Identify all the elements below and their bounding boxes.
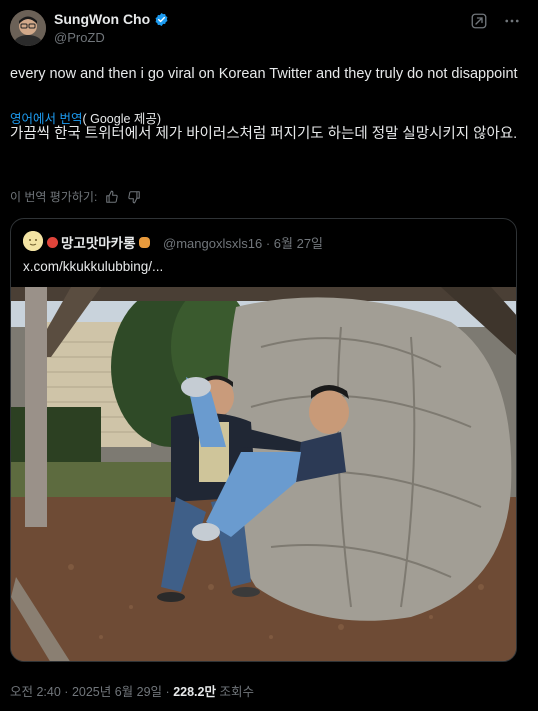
author-handle[interactable]: @ProZD [54,30,105,45]
thumbs-up-icon[interactable] [105,190,119,204]
verified-badge-icon [155,12,168,26]
quoted-date[interactable]: 6월 27일 [274,236,323,251]
grok-icon[interactable] [470,12,488,30]
quoted-name-text: 망고맛마카롱 [61,236,136,251]
quoted-author-name[interactable]: 망고맛마카롱 [47,232,150,252]
rate-translation: 이 번역 평가하기: [10,188,141,205]
tweet: SungWon Cho @ProZD every now and then i … [0,0,538,711]
quoted-link[interactable]: x.com/kkukkulubbing/... [23,259,163,274]
quoted-handle[interactable]: @mangoxlsxls16 [163,236,262,251]
views-count[interactable]: 228.2만 [173,685,216,699]
rate-translation-label: 이 번역 평가하기: [10,190,98,204]
thumbs-down-icon[interactable] [127,190,141,204]
quoted-photo[interactable] [11,287,517,662]
translated-text: 가끔씩 한국 트위터에서 제가 바이러스처럼 퍼지기도 하는데 정말 실망시키지… [10,126,518,142]
tweet-time[interactable]: 오전 2:40 [10,685,61,699]
tweet-date[interactable]: 2025년 6월 29일 [72,685,162,699]
more-options-icon[interactable] [503,12,521,30]
footer-sep-1: · [64,685,69,699]
meta-separator: · [265,236,271,251]
tweet-text: every now and then i go viral on Korean … [10,66,518,82]
views-label: 조회수 [219,685,254,699]
quoted-meta: @mangoxlsxls16 · 6월 27일 [163,233,323,252]
strawberry-emoji-icon [47,236,58,248]
author-display-name[interactable]: SungWon Cho [54,11,169,27]
macaron-emoji-icon [138,236,150,248]
author-avatar[interactable] [10,10,46,46]
tweet-timestamp: 오전 2:40 · 2025년 6월 29일 · 228.2만 조회수 [10,681,254,700]
author-name-text: SungWon Cho [54,11,151,27]
quoted-author-avatar[interactable] [23,231,43,251]
quoted-tweet[interactable]: 망고맛마카롱 @mangoxlsxls16 · 6월 27일 x.com/kku… [10,218,517,662]
footer-sep-2: · [165,685,170,699]
